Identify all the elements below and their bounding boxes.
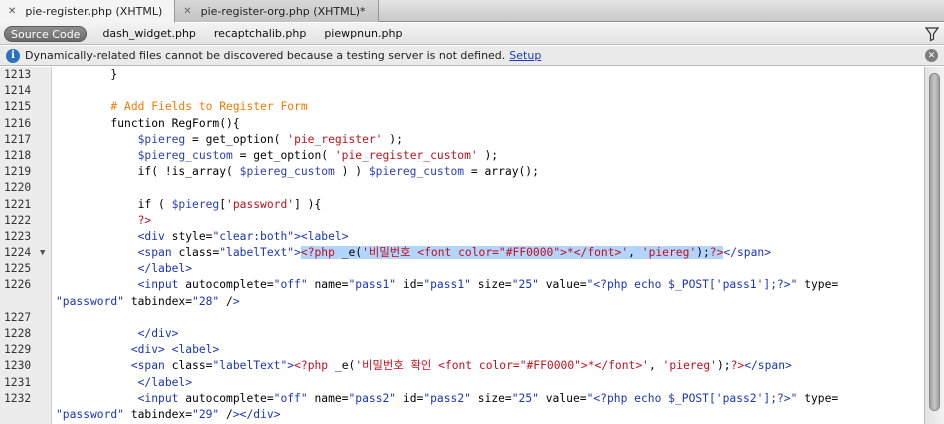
code-text: </div> xyxy=(137,327,179,340)
code-line[interactable]: 1231 </label> xyxy=(0,375,924,391)
line-number: 1220 xyxy=(4,181,32,195)
line-number: 1224 xyxy=(4,246,32,260)
vertical-scrollbar[interactable] xyxy=(924,67,944,424)
code-line[interactable]: 1222 ?> xyxy=(0,213,924,229)
info-icon: i xyxy=(6,48,20,63)
code-line[interactable]: 1216 function RegForm(){ xyxy=(0,116,924,132)
code-text: </label> xyxy=(137,375,193,389)
tab-pie-register[interactable]: ✕ pie-register.php (XHTML) xyxy=(0,0,176,23)
code-line[interactable]: 1218 $piereg_custom = get_option( 'pie_r… xyxy=(0,148,924,164)
line-number: 1219 xyxy=(4,165,32,179)
line-number: 1225 xyxy=(4,262,32,276)
close-tab-icon[interactable]: ✕ xyxy=(8,6,16,17)
code-text: ?> xyxy=(137,213,152,227)
code-line[interactable]: 1215 # Add Fields to Register Form xyxy=(0,99,924,115)
code-line[interactable]: 1227 xyxy=(0,310,924,326)
tab-label: pie-register-org.php (XHTML)* xyxy=(200,4,366,18)
code-editor[interactable]: 1213 } 1214 1215 # Add Fields to Register … xyxy=(0,67,924,424)
tab-pie-register-org[interactable]: ✕ pie-register-org.php (XHTML)* xyxy=(175,0,379,22)
code-area[interactable]: 1213 } 1214 1215 # Add Fields to Register … xyxy=(0,67,924,423)
code-line[interactable]: "password" tabindex="28" /> xyxy=(0,294,924,310)
code-text: <span class="labelText"><?php _e('비밀번호 <… xyxy=(137,246,772,260)
code-line[interactable]: 1219 if( !is_array( $piereg_custom ) ) $… xyxy=(0,164,924,180)
code-text: "password" tabindex="29" /></div> xyxy=(56,407,281,421)
line-number: 1215 xyxy=(4,100,32,114)
related-file-dash-widget[interactable]: dash_widget.php xyxy=(102,27,195,40)
close-tab-icon[interactable]: ✕ xyxy=(183,6,191,17)
line-number: 1228 xyxy=(4,327,32,340)
line-number: 1222 xyxy=(4,213,32,227)
source-code-button[interactable]: Source Code xyxy=(4,25,88,42)
code-text: # Add Fields to Register Form xyxy=(110,100,308,114)
code-line[interactable]: 1213 } xyxy=(0,67,924,83)
line-number: 1214 xyxy=(4,84,32,98)
line-number: 1232 xyxy=(4,391,32,405)
code-line[interactable]: 1221 if ( $piereg['password'] ){ xyxy=(0,197,924,213)
code-text: <div style="clear:both"><label> xyxy=(137,229,349,243)
code-text: <input autocomplete="off" name="pass2" i… xyxy=(137,391,839,405)
code-text: } xyxy=(56,68,118,81)
line-number: 1230 xyxy=(4,359,32,373)
code-line[interactable]: 1224 ▼ <span class="labelText"><?php _e('… xyxy=(0,245,924,261)
line-number: 1213 xyxy=(4,68,32,81)
line-number: 1223 xyxy=(4,229,32,243)
code-line[interactable]: 1223 <div style="clear:both"><label> xyxy=(0,229,924,245)
line-number: 1231 xyxy=(4,375,32,389)
code-text: $piereg_custom = get_option( 'pie_regist… xyxy=(137,148,499,162)
code-line[interactable]: 1220 xyxy=(0,180,924,196)
line-number: 1216 xyxy=(4,116,32,130)
code-text: "password" tabindex="28" /> xyxy=(56,294,240,308)
code-line[interactable]: 1225 </label> xyxy=(0,261,924,277)
info-bar: i Dynamically-related files cannot be di… xyxy=(0,46,944,66)
code-text: </label> xyxy=(137,262,193,276)
code-text: <input autocomplete="off" name="pass1" i… xyxy=(137,278,839,292)
filter-funnel-icon[interactable] xyxy=(924,26,940,42)
line-number: 1229 xyxy=(4,343,32,357)
code-line[interactable]: 1229 <div> <label> xyxy=(0,342,924,358)
line-number: 1217 xyxy=(4,132,32,146)
code-text: function RegForm(){ xyxy=(56,116,240,130)
code-line[interactable]: 1228 </div> xyxy=(0,326,924,342)
code-line[interactable]: 1226 <input autocomplete="off" name="pas… xyxy=(0,277,924,293)
info-message: Dynamically-related files cannot be disc… xyxy=(25,49,506,62)
code-line[interactable]: 1217 $piereg = get_option( 'pie_register… xyxy=(0,132,924,148)
code-line[interactable]: 1230 <span class="labelText"><?php _e('비… xyxy=(0,358,924,374)
code-line[interactable]: 1232 <input autocomplete="off" name="pas… xyxy=(0,391,924,407)
fold-arrow-icon[interactable]: ▼ xyxy=(40,245,45,261)
code-text: <span class="labelText"><?php _e('비밀번호 확… xyxy=(130,359,792,373)
tab-label: pie-register.php (XHTML) xyxy=(25,4,163,18)
close-info-icon[interactable]: ✕ xyxy=(925,49,938,62)
code-text: if ( $piereg['password'] ){ xyxy=(56,197,322,211)
related-files-bar: Source Code dash_widget.php recaptchalib… xyxy=(0,23,944,45)
code-line[interactable]: 1214 xyxy=(0,83,924,99)
line-number: 1227 xyxy=(4,310,32,324)
code-text: $piereg = get_option( 'pie_register' ); xyxy=(137,132,403,146)
code-text: if( !is_array( $piereg_custom ) ) $piere… xyxy=(56,165,539,179)
code-line[interactable]: "password" tabindex="29" /></div> xyxy=(0,407,924,423)
related-file-piewpnun[interactable]: piewpnun.php xyxy=(324,27,402,40)
scrollbar-thumb[interactable] xyxy=(929,73,940,411)
related-file-recaptchalib[interactable]: recaptchalib.php xyxy=(214,27,306,40)
setup-link[interactable]: Setup xyxy=(509,49,541,62)
code-text: <div> <label> xyxy=(130,343,220,357)
line-number: 1218 xyxy=(4,148,32,162)
line-number: 1226 xyxy=(4,278,32,292)
document-tab-bar: ✕ pie-register.php (XHTML) ✕ pie-registe… xyxy=(0,0,944,23)
line-number: 1221 xyxy=(4,197,32,211)
